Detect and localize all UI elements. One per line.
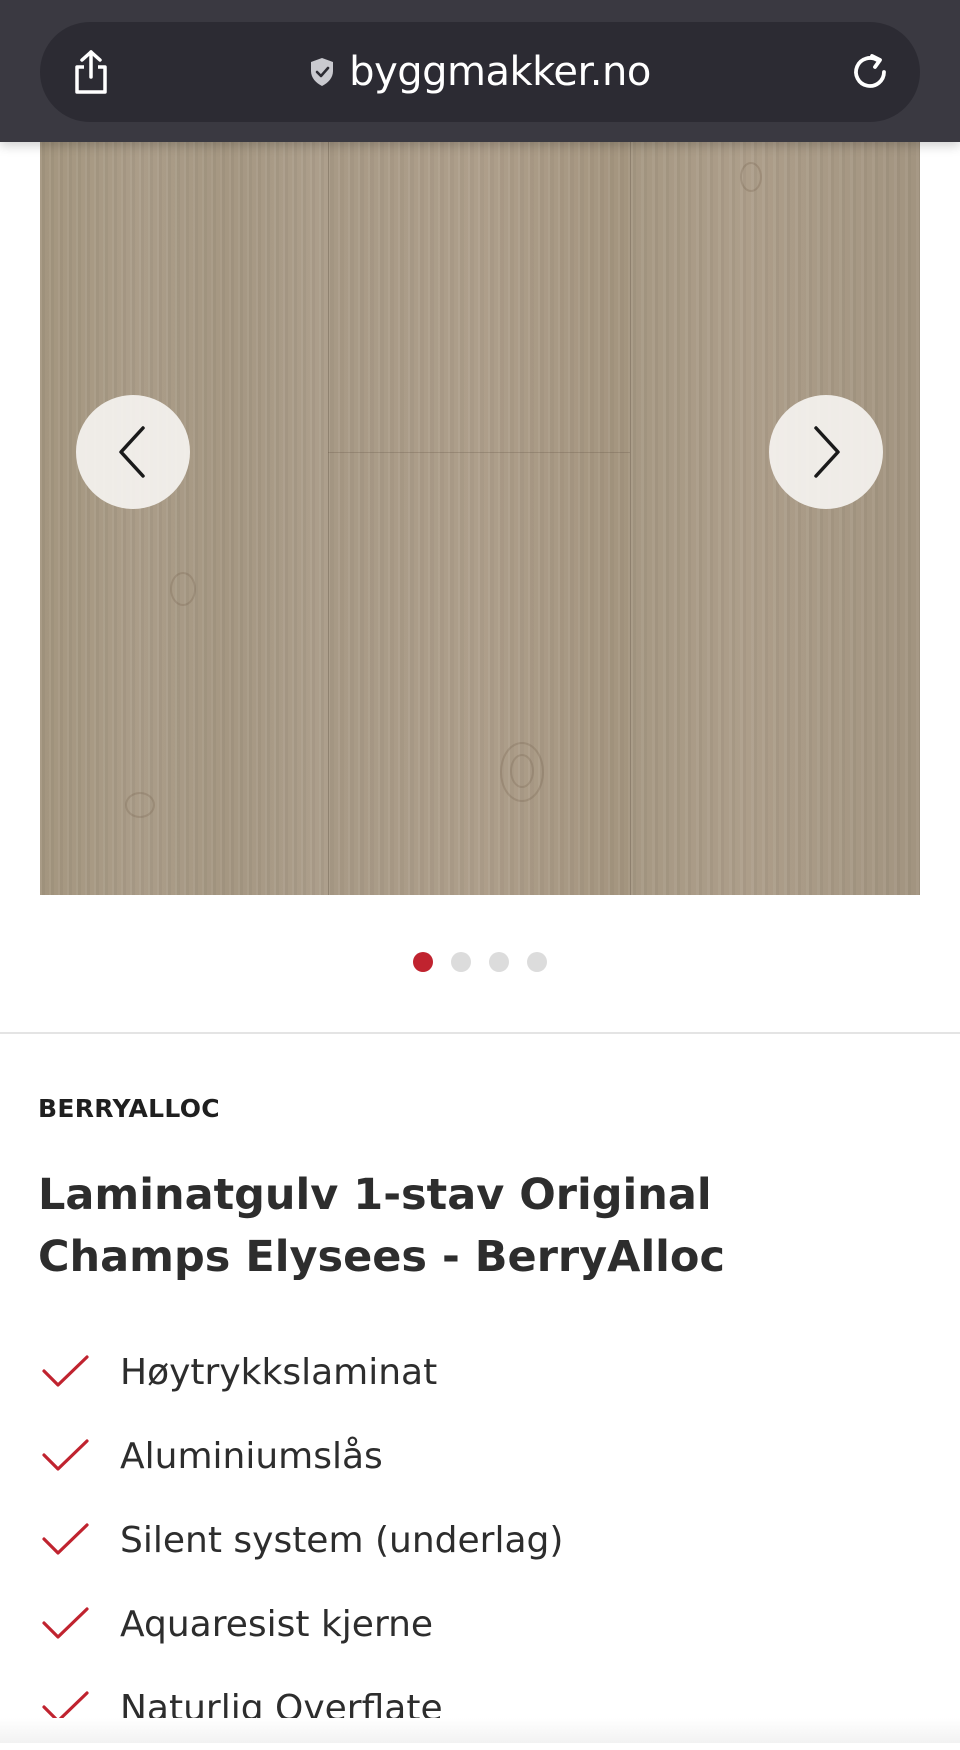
- checkmark-icon: [40, 1520, 92, 1560]
- feature-text: Silent system (underlag): [120, 1519, 564, 1561]
- product-image-gallery[interactable]: [40, 142, 920, 895]
- reload-icon: [854, 54, 886, 88]
- feature-text: Høytrykkslaminat: [120, 1351, 438, 1393]
- share-icon: [75, 50, 107, 94]
- gallery-next-button[interactable]: [769, 395, 883, 509]
- feature-item: Aluminiumslås: [40, 1414, 920, 1498]
- gallery-prev-button[interactable]: [76, 395, 190, 509]
- feature-list: Høytrykkslaminat Aluminiumslås Silent sy…: [40, 1330, 920, 1750]
- checkmark-icon: [40, 1436, 92, 1476]
- feature-item: Silent system (underlag): [40, 1498, 920, 1582]
- checkmark-icon: [40, 1604, 92, 1644]
- carousel-dot-2[interactable]: [451, 952, 471, 972]
- share-button[interactable]: [65, 44, 117, 100]
- checkmark-icon: [40, 1352, 92, 1392]
- url-text[interactable]: byggmakker.no: [349, 49, 651, 95]
- product-title: Laminatgulv 1-stav Original Champs Elyse…: [38, 1170, 725, 1282]
- carousel-dot-1[interactable]: [413, 952, 433, 972]
- carousel-dot-3[interactable]: [489, 952, 509, 972]
- browser-toolbar: byggmakker.no: [0, 0, 960, 142]
- reload-button[interactable]: [842, 44, 898, 100]
- feature-item: Aquaresist kjerne: [40, 1582, 920, 1666]
- feature-item: Høytrykkslaminat: [40, 1330, 920, 1414]
- bottom-edge: [0, 1718, 960, 1743]
- product-brand[interactable]: BERRYALLOC: [38, 1094, 220, 1123]
- chevron-left-icon: [119, 426, 145, 478]
- chevron-right-icon: [814, 426, 840, 478]
- carousel-pagination: [0, 952, 960, 972]
- feature-text: Aquaresist kjerne: [120, 1603, 434, 1645]
- shield-check-icon: [311, 58, 334, 86]
- carousel-dot-4[interactable]: [527, 952, 547, 972]
- laminate-floor-image: [40, 142, 920, 895]
- feature-text: Aluminiumslås: [120, 1435, 383, 1477]
- section-divider: [0, 1032, 960, 1034]
